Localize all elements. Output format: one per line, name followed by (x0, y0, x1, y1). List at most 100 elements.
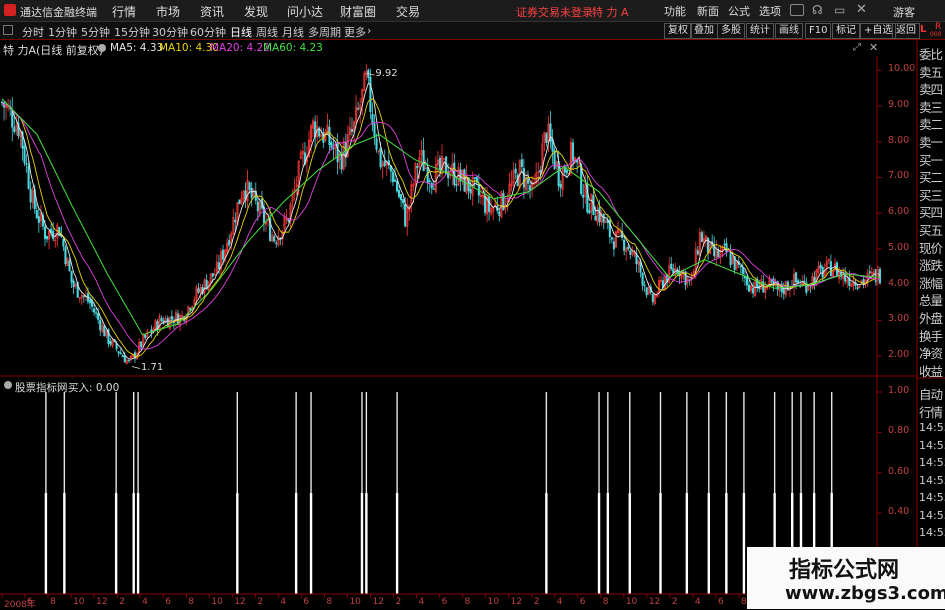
candle-body (717, 250, 720, 257)
candle-body (797, 280, 800, 283)
candle-body (795, 272, 798, 283)
quote-field-label: 卖五 (919, 64, 943, 80)
date-tick-label: 10 (349, 597, 361, 607)
candle-body (803, 280, 806, 283)
date-tick-label: 10 (625, 597, 638, 607)
candle-body (670, 263, 673, 270)
candle-body (340, 154, 343, 170)
candle-body (856, 287, 859, 289)
candle-body (651, 294, 654, 303)
candle-body (119, 352, 122, 355)
candle-body (144, 334, 147, 338)
candle-body (45, 235, 49, 240)
candle-body (35, 210, 38, 219)
candle-body (725, 243, 728, 253)
candle-body (645, 287, 648, 296)
realtime-tab-label[interactable]: 行情 (919, 402, 945, 421)
candle-body (37, 216, 40, 223)
candle-body (745, 276, 749, 286)
candle-body (488, 196, 491, 212)
low-marker (131, 366, 141, 369)
quote-field-label: 卖三 (919, 99, 943, 115)
indicator-name: 股票指标网 (15, 382, 68, 394)
date-tick-label: 12 (96, 597, 108, 607)
low-annotation: 1.71 (140, 362, 164, 374)
quote-field-label: 买一 (919, 152, 943, 168)
date-tick-label: 4 (556, 597, 563, 607)
candle-body (391, 171, 394, 183)
candle-body (571, 142, 575, 161)
candle-body (250, 188, 253, 199)
watermark-title: 指标公式网 (789, 558, 900, 583)
realtime-tab-label[interactable]: 自动 (919, 384, 945, 403)
date-tick-label: 6 (717, 597, 724, 607)
candle-body (483, 195, 487, 213)
quote-field-label: 涨跌 (919, 258, 943, 274)
candle-body (522, 168, 525, 188)
candle-body (416, 166, 419, 169)
candle-body (93, 308, 96, 313)
date-tick-label: 2 (395, 597, 402, 607)
date-tick-label: 10 (73, 597, 85, 607)
candle-body (729, 251, 732, 266)
candle-body (629, 250, 632, 255)
candle-body (256, 201, 259, 212)
tick-time: 14:55 (919, 526, 945, 539)
ma10-line (1, 98, 881, 358)
candle-body (221, 249, 225, 260)
tick-time: 14:55 (919, 421, 945, 434)
candle-body (117, 351, 120, 354)
date-tick-label: 8 (188, 597, 194, 607)
price-tick-label: 2.00 (888, 349, 910, 361)
price-tick-label: 7.00 (888, 170, 910, 182)
date-tick-label: 4 (694, 597, 701, 607)
candle-body (64, 246, 67, 265)
date-tick-label: 8 (602, 597, 609, 607)
candle-body (103, 325, 106, 337)
price-tick-label: 10.00 (888, 63, 916, 75)
candle-body (70, 270, 73, 283)
candle-body (559, 183, 562, 189)
candle-body (528, 185, 532, 190)
tick-time: 14:55 (919, 508, 945, 522)
candle-body (395, 180, 399, 192)
quote-field-label: 买二 (919, 170, 943, 186)
candle-body (643, 284, 646, 287)
candle-body (432, 188, 435, 190)
candle-body (819, 264, 822, 269)
candle-body (383, 160, 386, 167)
candle-body (140, 341, 143, 347)
ma5-line (1, 82, 881, 360)
date-tick-label: 12 (372, 597, 384, 607)
candle-body (369, 76, 372, 113)
candle-body (878, 269, 882, 284)
indicator-chart[interactable] (44, 392, 833, 594)
indicator-value: 买入: 0.00 (68, 382, 120, 394)
quote-field-label: 现价 (919, 240, 943, 256)
tick-time: 14:55 (919, 491, 945, 504)
date-tick-label: 6 (579, 597, 586, 607)
candle-body (602, 213, 605, 223)
candle-body (234, 219, 237, 223)
candle-body (588, 210, 591, 214)
date-tick-label: 12 (510, 597, 523, 607)
date-tick-label: 2 (257, 597, 264, 607)
indicator-settings-icon[interactable] (4, 381, 12, 389)
candle-body (598, 207, 601, 222)
quote-field-label: 卖四 (919, 82, 943, 98)
price-chart[interactable] (0, 63, 882, 369)
indicator-tick-label: 0.60 (888, 465, 910, 477)
candle-body (700, 232, 703, 243)
watermark-url: www.zbgs3.com (785, 583, 945, 604)
candle-body (565, 170, 568, 174)
quote-field-label: 净资 (919, 346, 943, 362)
candle-body (498, 211, 501, 216)
candle-body (612, 241, 615, 250)
candle-body (172, 321, 175, 324)
candle-body (375, 138, 378, 150)
date-tick-label: 4 (142, 597, 148, 607)
tick-time: 14:55 (919, 438, 945, 452)
candle-body (582, 194, 585, 198)
candle-body (43, 226, 47, 239)
candle-body (357, 108, 360, 110)
